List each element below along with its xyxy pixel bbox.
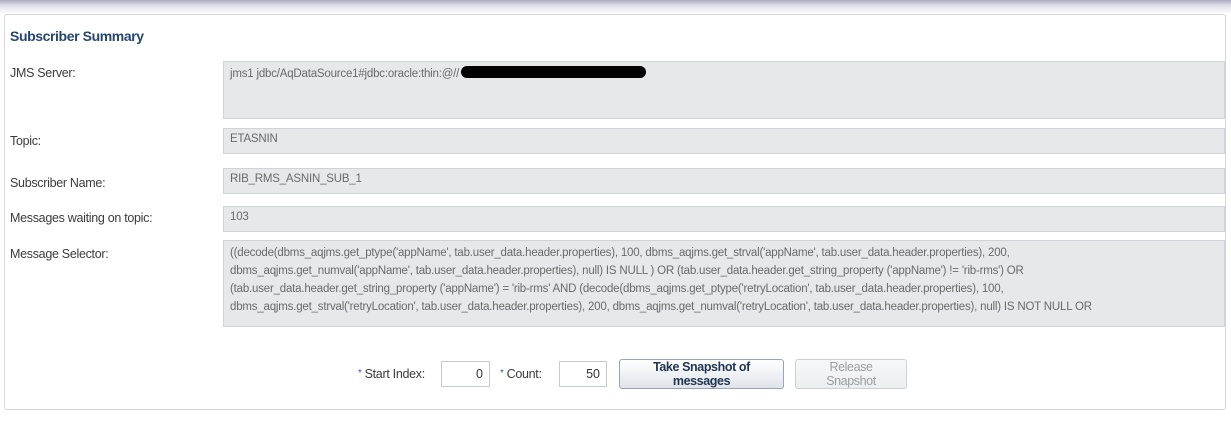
jms-server-value: jms1 jdbc/AqDataSource1#jdbc:oracle:thin… [223, 61, 1225, 119]
messages-waiting-value: 103 [223, 206, 1225, 232]
take-snapshot-button[interactable]: Take Snapshot of messages [619, 359, 784, 389]
required-mark: * [358, 368, 362, 379]
start-index-label-text: Start Index: [364, 367, 426, 381]
jms-server-text: jms1 jdbc/AqDataSource1#jdbc:oracle:thin… [230, 68, 460, 80]
message-selector-value: ((decode(dbms_aqjms.get_ptype('appName',… [223, 240, 1225, 327]
count-label-text: Count: [506, 367, 542, 381]
count-label: * Count: [500, 367, 542, 381]
start-index-label: * Start Index: [358, 367, 425, 381]
required-mark: * [500, 368, 504, 379]
count-input[interactable] [559, 361, 607, 387]
section-title: Subscriber Summary [10, 28, 144, 44]
messages-waiting-label: Messages waiting on topic: [10, 211, 153, 225]
redaction-bar [461, 66, 647, 78]
jms-server-label: JMS Server: [10, 66, 76, 80]
start-index-input[interactable] [441, 361, 490, 387]
subscriber-name-label: Subscriber Name: [10, 176, 106, 190]
subscriber-name-value: RIB_RMS_ASNIN_SUB_1 [223, 168, 1225, 194]
topic-label: Topic: [10, 134, 41, 148]
topic-value: ETASNIN [223, 128, 1225, 154]
release-snapshot-button[interactable]: Release Snapshot [795, 359, 907, 389]
message-selector-label: Message Selector: [10, 247, 109, 261]
snapshot-controls: *Start Index: *Count: Take Snapshot of m… [0, 358, 1231, 392]
